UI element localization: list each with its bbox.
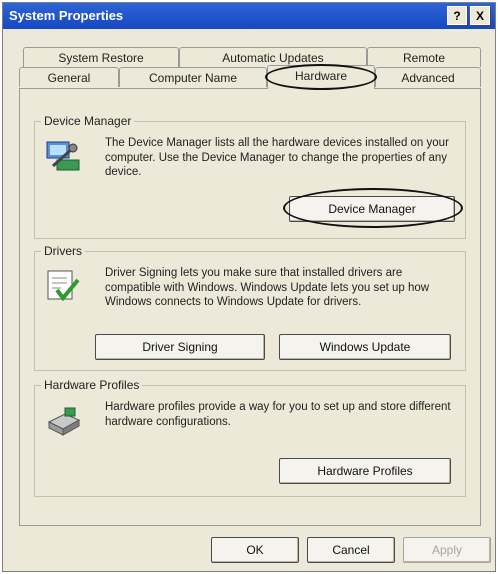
- driver-signing-icon: [47, 270, 80, 302]
- device-manager-highlight-ellipse: [283, 188, 463, 228]
- windows-update-button[interactable]: Windows Update: [279, 334, 451, 360]
- help-button[interactable]: ?: [447, 6, 467, 25]
- tab-system-restore[interactable]: System Restore: [23, 47, 179, 67]
- device-manager-icon: [46, 141, 80, 171]
- hardware-profiles-icon: [47, 407, 81, 436]
- tab-computer-name[interactable]: Computer Name: [119, 67, 267, 87]
- title-bar[interactable]: System Properties ? X: [3, 3, 495, 29]
- hardware-panel: Device Manager The Device Manager lists …: [19, 88, 481, 526]
- window-title: System Properties: [9, 8, 124, 23]
- ok-button[interactable]: OK: [211, 537, 299, 563]
- drivers-group-title: Drivers: [41, 244, 85, 258]
- system-properties-window: System Properties ? X System Restore Aut…: [2, 2, 496, 572]
- hardware-profiles-button[interactable]: Hardware Profiles: [279, 458, 451, 484]
- cancel-button[interactable]: Cancel: [307, 537, 395, 563]
- device-manager-description: The Device Manager lists all the hardwar…: [105, 137, 449, 178]
- hardware-profiles-group-title: Hardware Profiles: [41, 378, 143, 392]
- tab-remote[interactable]: Remote: [367, 47, 481, 67]
- drivers-group: Drivers Driver Signing lets you make sur…: [34, 244, 466, 371]
- drivers-description: Driver Signing lets you make sure that i…: [105, 267, 430, 308]
- hardware-profiles-group: Hardware Profiles Hardware profiles prov…: [34, 378, 466, 497]
- hardware-tab-highlight-ellipse: [265, 64, 377, 90]
- device-manager-group: Device Manager The Device Manager lists …: [34, 114, 466, 239]
- hardware-profiles-description: Hardware profiles provide a way for you …: [105, 401, 451, 428]
- tab-general[interactable]: General: [19, 67, 119, 87]
- driver-signing-button[interactable]: Driver Signing: [95, 334, 265, 360]
- tab-advanced[interactable]: Advanced: [375, 67, 481, 87]
- apply-button[interactable]: Apply: [403, 537, 491, 563]
- device-manager-group-title: Device Manager: [41, 114, 135, 128]
- close-button[interactable]: X: [470, 6, 490, 25]
